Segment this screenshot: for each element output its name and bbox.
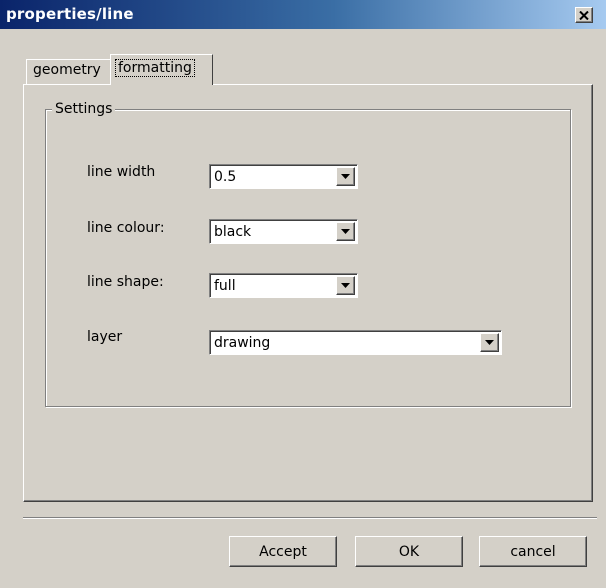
footer-separator bbox=[23, 517, 597, 519]
layer-value: drawing bbox=[214, 335, 271, 351]
chevron-down-icon bbox=[341, 174, 350, 179]
tab-formatting-label: formatting bbox=[115, 59, 195, 77]
line-shape-label: line shape: bbox=[87, 274, 164, 290]
layer-label: layer bbox=[87, 329, 123, 345]
line-width-select[interactable]: 0.5 bbox=[209, 164, 358, 189]
settings-group-label: Settings bbox=[52, 100, 116, 118]
window-title: properties/line bbox=[6, 5, 134, 23]
line-width-label: line width bbox=[87, 164, 156, 180]
line-colour-value: black bbox=[214, 224, 252, 240]
chevron-down-icon bbox=[485, 340, 494, 345]
layer-select[interactable]: drawing bbox=[209, 330, 502, 355]
settings-groupbox bbox=[45, 109, 571, 407]
line-colour-label: line colour: bbox=[87, 220, 165, 236]
ok-button-label: OK bbox=[398, 543, 420, 560]
layer-dropdown-button[interactable] bbox=[480, 333, 499, 352]
line-width-dropdown-button[interactable] bbox=[336, 167, 355, 186]
chevron-down-icon bbox=[341, 283, 350, 288]
line-shape-select[interactable]: full bbox=[209, 273, 358, 298]
cancel-button-label: cancel bbox=[510, 543, 556, 560]
accept-button[interactable]: Accept bbox=[229, 536, 337, 567]
accept-button-label: Accept bbox=[259, 543, 307, 560]
cancel-button[interactable]: cancel bbox=[479, 536, 587, 567]
line-width-value: 0.5 bbox=[214, 169, 237, 185]
line-colour-select[interactable]: black bbox=[209, 219, 358, 244]
properties-dialog: properties/line geometry formatting Sett… bbox=[0, 0, 606, 588]
close-button[interactable] bbox=[575, 7, 593, 23]
ok-button[interactable]: OK bbox=[355, 536, 463, 567]
line-shape-dropdown-button[interactable] bbox=[336, 276, 355, 295]
tab-geometry-label: geometry bbox=[33, 62, 101, 78]
line-colour-dropdown-button[interactable] bbox=[336, 222, 355, 241]
tab-formatting[interactable]: formatting bbox=[110, 54, 213, 85]
chevron-down-icon bbox=[341, 229, 350, 234]
title-bar[interactable]: properties/line bbox=[0, 0, 606, 29]
line-shape-value: full bbox=[214, 278, 236, 294]
close-icon bbox=[579, 10, 589, 20]
tab-geometry[interactable]: geometry bbox=[26, 59, 111, 84]
